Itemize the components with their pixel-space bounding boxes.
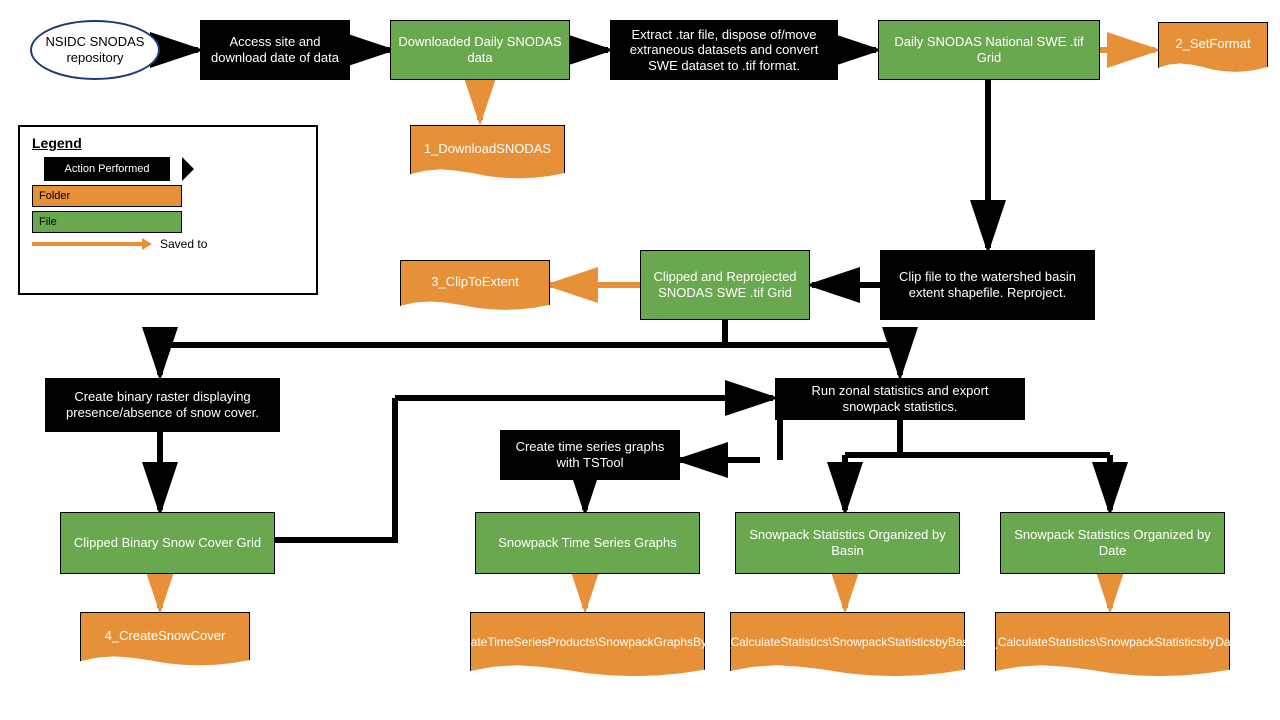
- action-access: Access site and download date of data: [200, 20, 350, 80]
- folder-3: 3_ClipToExtent: [400, 260, 550, 316]
- legend-file: File: [32, 211, 182, 233]
- action-extract: Extract .tar file, dispose of/move extra…: [610, 20, 838, 80]
- action-clip: Clip file to the watershed basin extent …: [880, 250, 1095, 320]
- folder-4: 4_CreateSnowCover: [80, 612, 250, 672]
- action-tstool: Create time series graphs with TSTool: [500, 430, 680, 480]
- file-tsgraphs: Snowpack Time Series Graphs: [475, 512, 700, 574]
- file-binarygrid: Clipped Binary Snow Cover Grid: [60, 512, 275, 574]
- file-clipped: Clipped and Reprojected SNODAS SWE .tif …: [640, 250, 810, 320]
- legend: Legend Action Performed Folder File Save…: [18, 125, 318, 295]
- folder-5: 5_CalculateStatistics\SnowpackStatistics…: [730, 612, 965, 684]
- action-zonal: Run zonal statistics and export snowpack…: [775, 378, 1025, 420]
- folder-5b: 5_CalculateStatistics\SnowpackStatistics…: [995, 612, 1230, 684]
- legend-folder: Folder: [32, 185, 182, 207]
- file-dailygrid: Daily SNODAS National SWE .tif Grid: [878, 20, 1100, 80]
- file-downloaded: Downloaded Daily SNODAS data: [390, 20, 570, 80]
- legend-title: Legend: [32, 135, 304, 151]
- file-bybasin: Snowpack Statistics Organized by Basin: [735, 512, 960, 574]
- folder-2: 2_SetFormat: [1158, 22, 1268, 78]
- legend-action-arrow: Action Performed: [32, 157, 182, 181]
- action-binary: Create binary raster displaying presence…: [45, 378, 280, 432]
- folder-1: 1_DownloadSNODAS: [410, 125, 565, 185]
- start-node: NSIDC SNODAS repository: [30, 20, 160, 80]
- folder-6: 6_CreateTimeSeriesProducts\SnowpackGraph…: [470, 612, 705, 684]
- file-bydate: Snowpack Statistics Organized by Date: [1000, 512, 1225, 574]
- legend-saveto-arrow: [32, 238, 152, 250]
